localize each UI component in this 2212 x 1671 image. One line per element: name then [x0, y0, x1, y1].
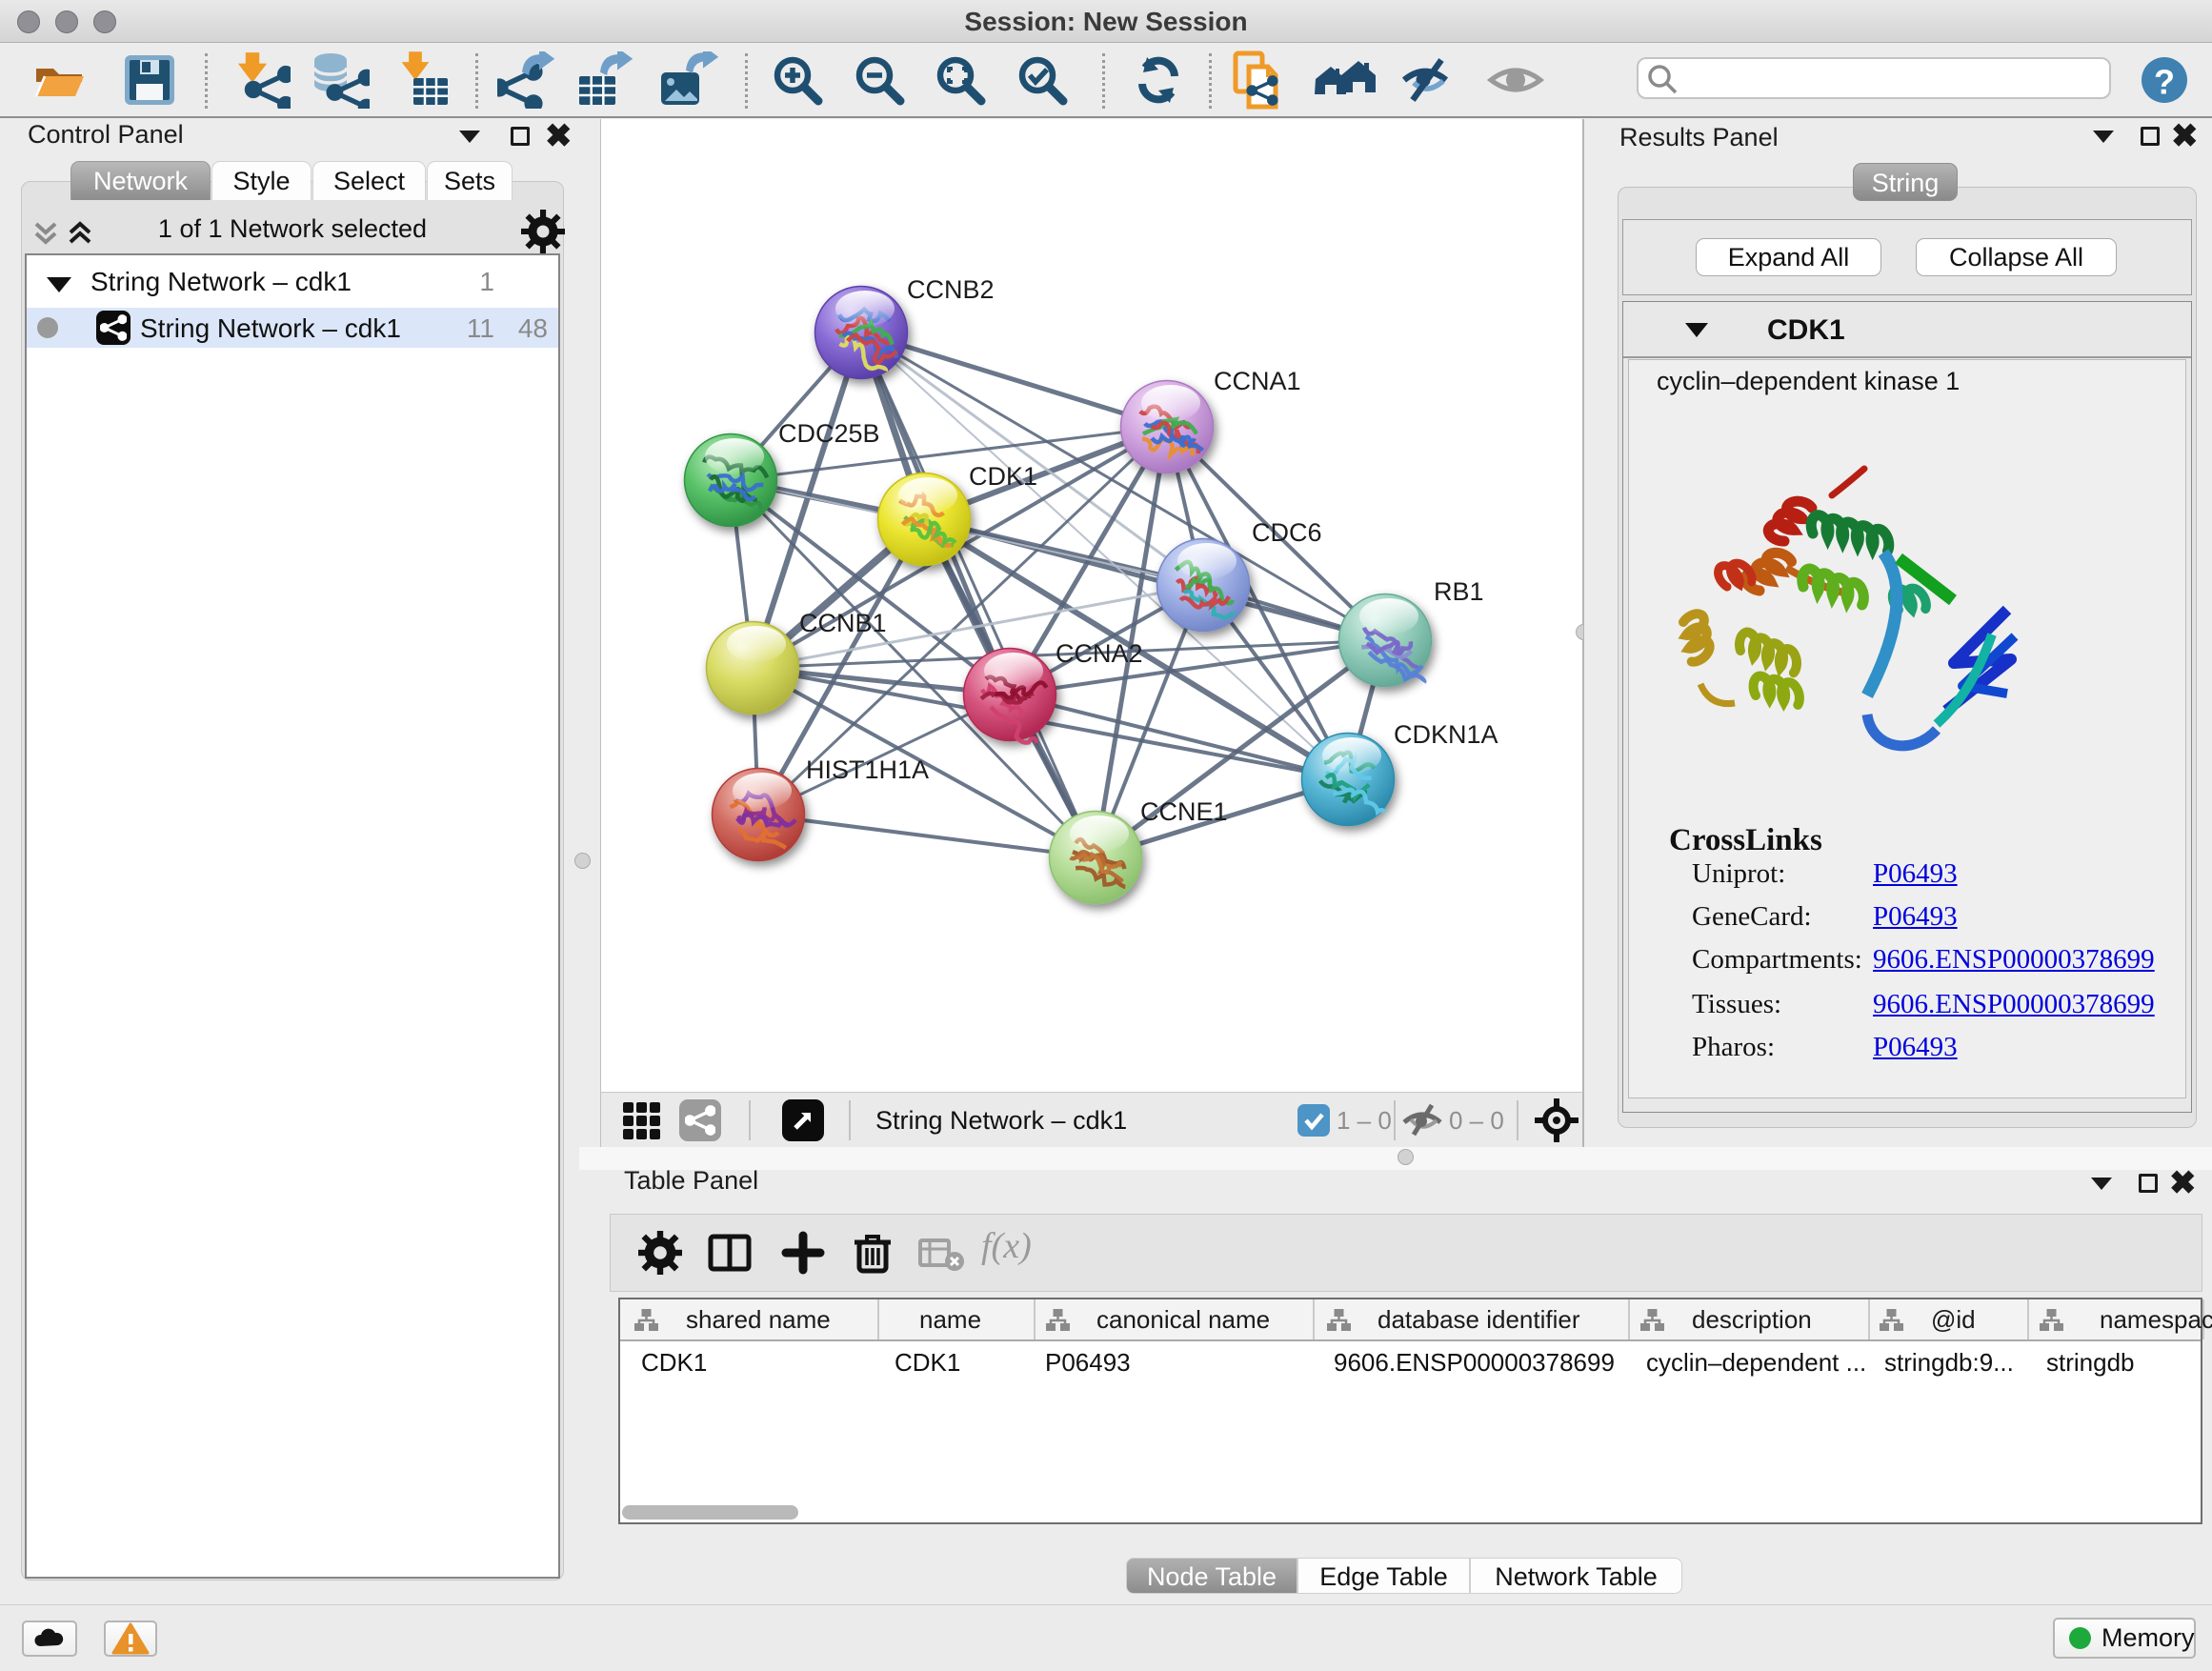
svg-text:CDC25B: CDC25B [778, 419, 880, 448]
svg-text:CCNE1: CCNE1 [1140, 797, 1228, 826]
svg-text:HIST1H1A: HIST1H1A [806, 755, 929, 784]
svg-text:CDKN1A: CDKN1A [1394, 720, 1498, 749]
svg-text:CCNB2: CCNB2 [907, 275, 995, 304]
svg-text:CDC6: CDC6 [1252, 518, 1322, 547]
svg-text:RB1: RB1 [1434, 577, 1484, 606]
svg-text:CCNB1: CCNB1 [799, 609, 887, 637]
svg-text:CCNA2: CCNA2 [1056, 639, 1143, 668]
svg-text:CDK1: CDK1 [969, 462, 1037, 491]
svg-text:CCNA1: CCNA1 [1214, 367, 1301, 395]
svg-text:?: ? [2154, 63, 2175, 102]
